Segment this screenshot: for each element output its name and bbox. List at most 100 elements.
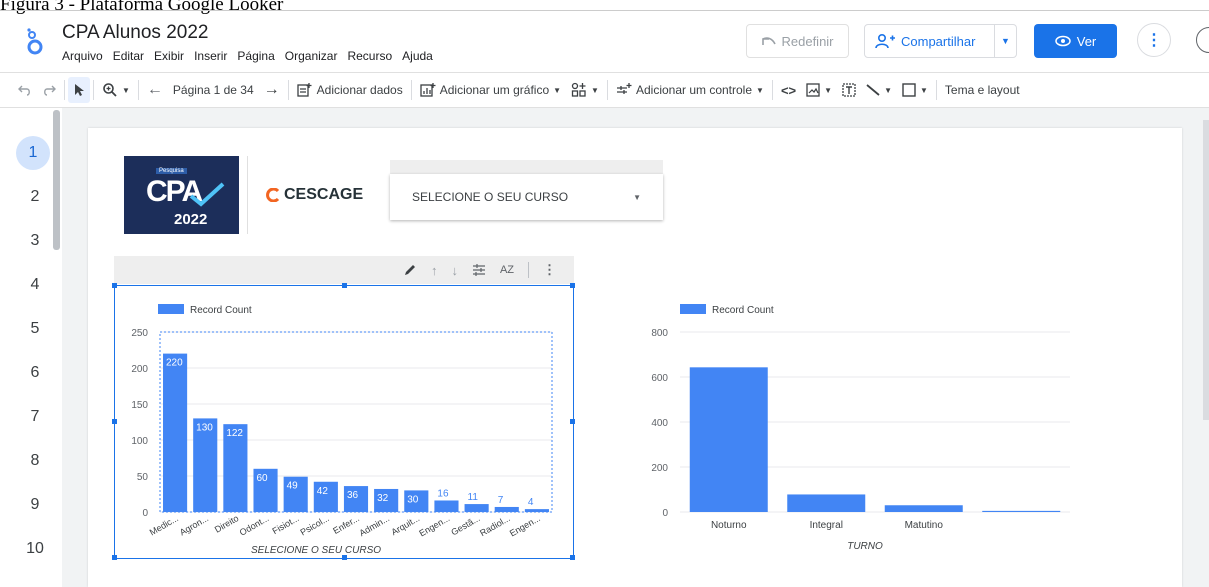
add-data-icon — [297, 83, 312, 97]
data-label: 30 — [407, 494, 419, 505]
x-tick-label: Gestã... — [449, 513, 481, 537]
menu-item[interactable]: Editar — [113, 49, 144, 63]
page-thumbnail-2[interactable]: 2 — [18, 180, 52, 214]
x-tick-label: Direito — [213, 513, 241, 535]
data-label: 36 — [347, 490, 359, 501]
resize-handle[interactable] — [570, 283, 575, 288]
page-thumbnail-10[interactable]: 10 — [18, 532, 52, 566]
x-tick-label: Enfer... — [331, 513, 361, 536]
legend-swatch — [158, 304, 184, 314]
legend-swatch — [680, 304, 706, 314]
theme-layout-button[interactable]: Tema e layout — [940, 73, 1025, 107]
reset-button[interactable]: Redefinir — [746, 24, 849, 58]
view-label: Ver — [1076, 33, 1097, 49]
data-label: 49 — [287, 481, 299, 492]
add-data-button[interactable]: Adicionar dados — [292, 73, 408, 107]
toolbar-divider — [410, 80, 412, 100]
x-tick-label: Medic... — [148, 513, 180, 537]
page-indicator: Página 1 de 34 — [172, 83, 254, 97]
dropdown-header — [390, 160, 663, 174]
community-viz-icon[interactable]: ▼ — [566, 73, 604, 107]
x-tick-label: Odont... — [238, 513, 271, 538]
page-navigator-scrollbar[interactable] — [53, 110, 60, 250]
page-thumbnail-9[interactable]: 9 — [18, 488, 52, 522]
figure-caption: Figura 3 - Plataforma Google Looker — [0, 0, 284, 15]
menu-item[interactable]: Inserir — [194, 49, 227, 63]
course-bar-chart[interactable]: Record Count 0 50 100 150 200 250 220 Medic... 13… — [116, 298, 572, 560]
add-chart-button[interactable]: Adicionar um gráfico ▼ — [415, 73, 566, 107]
data-label: 130 — [196, 422, 213, 433]
redo-icon[interactable] — [37, 73, 61, 107]
view-button[interactable]: Ver — [1034, 24, 1117, 58]
text-box-icon[interactable] — [837, 73, 861, 107]
course-dropdown[interactable]: SELECIONE O SEU CURSO ▼ — [390, 174, 663, 220]
line-icon[interactable]: ▼ — [861, 73, 897, 107]
shape-icon[interactable]: ▼ — [897, 73, 933, 107]
sort-down-icon[interactable]: ↓ — [451, 263, 458, 278]
toolbar-divider — [771, 80, 773, 100]
help-icon[interactable] — [1196, 27, 1209, 53]
looker-logo-icon[interactable] — [24, 27, 46, 57]
toolbar-divider — [93, 80, 94, 100]
canvas-scrollbar[interactable] — [1203, 120, 1209, 420]
page-thumbnail-8[interactable]: 8 — [18, 444, 52, 478]
page-thumbnail-7[interactable]: 7 — [18, 400, 52, 434]
bar — [884, 505, 963, 512]
menu-item[interactable]: Arquivo — [62, 49, 103, 63]
share-button[interactable]: Compartilhar ▼ — [864, 24, 1017, 58]
bar — [434, 500, 459, 512]
dropdown-arrow-icon: ▼ — [633, 192, 641, 202]
page-thumbnail-3[interactable]: 3 — [18, 224, 52, 258]
resize-handle[interactable] — [342, 283, 347, 288]
menu-item[interactable]: Exibir — [154, 49, 184, 63]
prev-page-icon[interactable]: ← — [142, 73, 168, 107]
bar — [689, 367, 768, 512]
y-tick-label: 0 — [662, 508, 668, 519]
drill-filter-icon[interactable] — [472, 264, 486, 276]
add-control-button[interactable]: Adicionar um controle ▼ — [611, 73, 769, 107]
sort-az-icon[interactable]: AZ — [500, 264, 514, 276]
x-tick-label: Integral — [810, 520, 843, 531]
more-options-icon[interactable]: ⋮ — [1137, 23, 1171, 57]
y-tick-label: 200 — [651, 463, 668, 474]
undo-icon[interactable] — [0, 73, 37, 107]
bar — [524, 509, 549, 512]
bar — [787, 494, 866, 512]
caption-divider — [0, 10, 1209, 11]
logo-divider — [247, 156, 248, 234]
report-title[interactable]: CPA Alunos 2022 — [62, 22, 208, 44]
edit-pencil-icon[interactable] — [403, 263, 417, 277]
menu-item[interactable]: Ajuda — [402, 49, 433, 63]
image-icon[interactable]: ▼ — [801, 73, 837, 107]
chart-more-icon[interactable]: ⋮ — [543, 262, 556, 278]
legend-label: Record Count — [190, 305, 252, 316]
page-thumbnail-1[interactable]: 1 — [16, 136, 50, 170]
add-chart-label: Adicionar um gráfico — [439, 83, 550, 97]
add-control-icon — [616, 83, 632, 94]
x-tick-label: Admin... — [358, 513, 392, 538]
page-thumbnail-6[interactable]: 6 — [18, 356, 52, 390]
y-tick-label: 100 — [131, 436, 148, 447]
data-label: 11 — [468, 492, 479, 503]
shift-bar-chart[interactable]: Record Count 0 200 400 600 800 Noturno Integral… — [636, 298, 1086, 560]
menu-item[interactable]: Organizar — [285, 49, 338, 63]
cpa-2022-logo[interactable]: Pesquisa CPA 2022 — [124, 156, 239, 234]
embed-code-icon[interactable]: <> — [776, 73, 801, 107]
eye-icon — [1054, 35, 1071, 47]
toolbar-divider — [606, 80, 608, 100]
menu-item[interactable]: Recurso — [347, 49, 392, 63]
zoom-icon[interactable]: ▼ — [97, 73, 135, 107]
cescage-text: CESCAGE — [284, 186, 364, 203]
cescage-logo[interactable]: CESCAGE — [266, 186, 363, 204]
share-label: Compartilhar — [901, 33, 976, 49]
page-thumbnail-5[interactable]: 5 — [18, 312, 52, 346]
share-dropdown-icon[interactable]: ▼ — [995, 36, 1016, 46]
resize-handle[interactable] — [112, 283, 117, 288]
page-thumbnail-4[interactable]: 4 — [18, 268, 52, 302]
data-label: 16 — [437, 488, 449, 499]
menu-item[interactable]: Página — [237, 49, 274, 63]
next-page-icon[interactable]: → — [259, 73, 285, 107]
data-label: 7 — [498, 495, 504, 506]
select-pointer-icon[interactable] — [68, 77, 90, 103]
sort-up-icon[interactable]: ↑ — [431, 263, 438, 278]
